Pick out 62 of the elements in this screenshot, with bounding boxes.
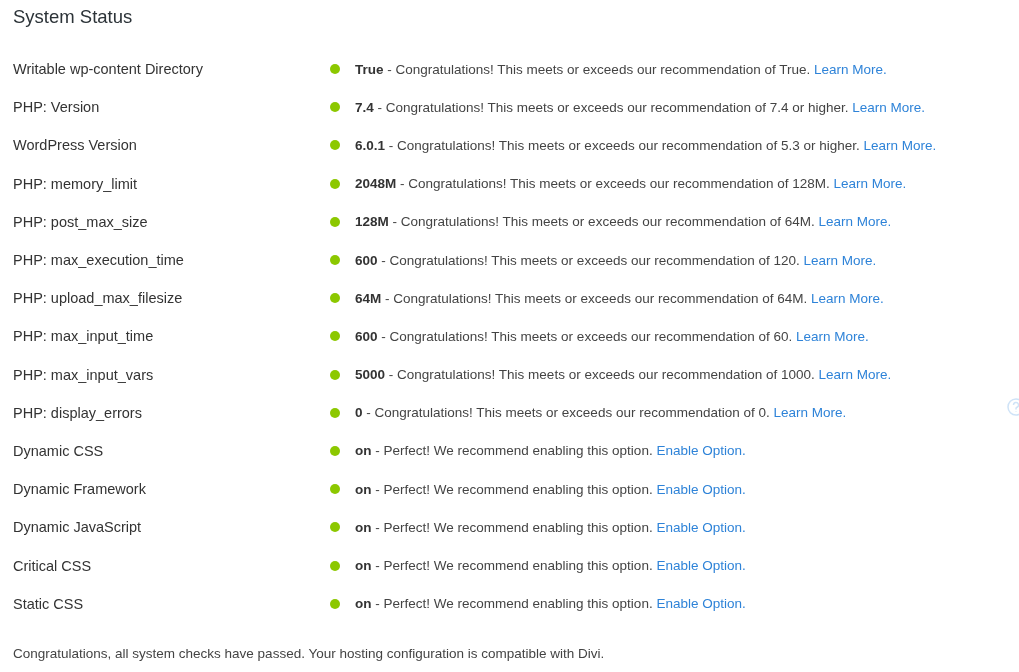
- status-message: on - Perfect! We recommend enabling this option. Enable Option.: [355, 443, 747, 459]
- status-dot: [330, 331, 340, 342]
- setting-label: PHP: display_errors: [13, 404, 143, 421]
- status-dot: [330, 178, 340, 189]
- help-link[interactable]: Learn More.: [863, 137, 937, 153]
- status-dot: [330, 216, 340, 227]
- status-message: 2048M - Congratulations! This meets or exceeds our recommendation of 128M. Learn More.: [355, 176, 908, 192]
- status-dot: [330, 255, 340, 266]
- help-link[interactable]: Learn More.: [814, 61, 887, 77]
- help-link[interactable]: Enable Option.: [656, 558, 746, 574]
- setting-label: Static CSS: [13, 595, 85, 612]
- status-dot: [330, 445, 340, 456]
- status-dot: [330, 484, 340, 495]
- help-link[interactable]: Enable Option.: [656, 519, 746, 535]
- status-message: 600 - Congratulations! This meets or exceeds our recommendation of 120. Learn More.: [355, 252, 878, 268]
- help-link[interactable]: Learn More.: [818, 367, 892, 383]
- help-link[interactable]: Learn More.: [852, 99, 926, 115]
- help-link[interactable]: Learn More.: [811, 290, 884, 306]
- setting-label: PHP: max_input_time: [13, 328, 155, 345]
- summary-text: Congratulations, all system checks have passed. Your hosting configuration is compatible with Divi.: [13, 645, 606, 661]
- help-link[interactable]: Enable Option.: [656, 596, 746, 612]
- status-message: 600 - Congratulations! This meets or exceeds our recommendation of 60. Learn More.: [355, 328, 870, 344]
- help-link[interactable]: Learn More.: [773, 405, 847, 421]
- page-title: System Status: [13, 5, 134, 29]
- status-message: 6.0.1 - Congratulations! This meets or exceeds our recommendation of 5.3 or higher. Learn More.: [355, 137, 938, 153]
- status-message: 0 - Congratulations! This meets or exceeds our recommendation of 0. Learn More.: [355, 405, 848, 421]
- help-link[interactable]: Enable Option.: [656, 481, 746, 497]
- help-link[interactable]: Learn More.: [818, 214, 892, 230]
- status-dot: [330, 407, 340, 418]
- setting-label: WordPress Version: [13, 137, 138, 154]
- help-link[interactable]: Learn More.: [833, 176, 907, 192]
- status-message: 5000 - Congratulations! This meets or exceeds our recommendation of 1000. Learn More.: [355, 367, 893, 383]
- status-dot: [330, 102, 340, 113]
- setting-label: Dynamic JavaScript: [13, 519, 143, 536]
- help-link[interactable]: Enable Option.: [656, 443, 746, 459]
- setting-label: PHP: max_execution_time: [13, 252, 185, 269]
- status-message: on - Perfect! We recommend enabling this option. Enable Option.: [355, 596, 747, 612]
- setting-label: Dynamic Framework: [13, 481, 147, 498]
- status-dot: [330, 64, 340, 75]
- status-dot: [330, 369, 340, 380]
- status-dot: [330, 522, 340, 533]
- status-message: on - Perfect! We recommend enabling this option. Enable Option.: [355, 481, 747, 497]
- status-message: 7.4 - Congratulations! This meets or exceeds our recommendation of 7.4 or higher. Learn More.: [355, 99, 927, 115]
- setting-label: Critical CSS: [13, 557, 93, 574]
- setting-label: PHP: post_max_size: [13, 213, 149, 230]
- status-message: 64M - Congratulations! This meets or exceeds our recommendation of 64M. Learn More.: [355, 290, 885, 306]
- status-message: True - Congratulations! This meets or exceeds our recommendation of True. Learn More.: [355, 61, 888, 77]
- status-dot: [330, 293, 340, 304]
- status-message: on - Perfect! We recommend enabling this option. Enable Option.: [355, 519, 747, 535]
- setting-label: PHP: max_input_vars: [13, 366, 155, 383]
- status-dot: [330, 140, 340, 151]
- status-dot: [330, 598, 340, 609]
- setting-label: PHP: Version: [13, 99, 101, 116]
- setting-label: PHP: upload_max_filesize: [13, 290, 184, 307]
- status-dot: [330, 560, 340, 571]
- status-message: on - Perfect! We recommend enabling this option. Enable Option.: [355, 558, 747, 574]
- help-link[interactable]: Learn More.: [803, 252, 877, 268]
- help-link[interactable]: Learn More.: [796, 328, 869, 344]
- setting-label: Dynamic CSS: [13, 442, 105, 459]
- status-message: 128M - Congratulations! This meets or exceeds our recommendation of 64M. Learn More.: [355, 214, 893, 230]
- setting-label: PHP: memory_limit: [13, 175, 139, 192]
- setting-label: Writable wp-content Directory: [13, 61, 204, 78]
